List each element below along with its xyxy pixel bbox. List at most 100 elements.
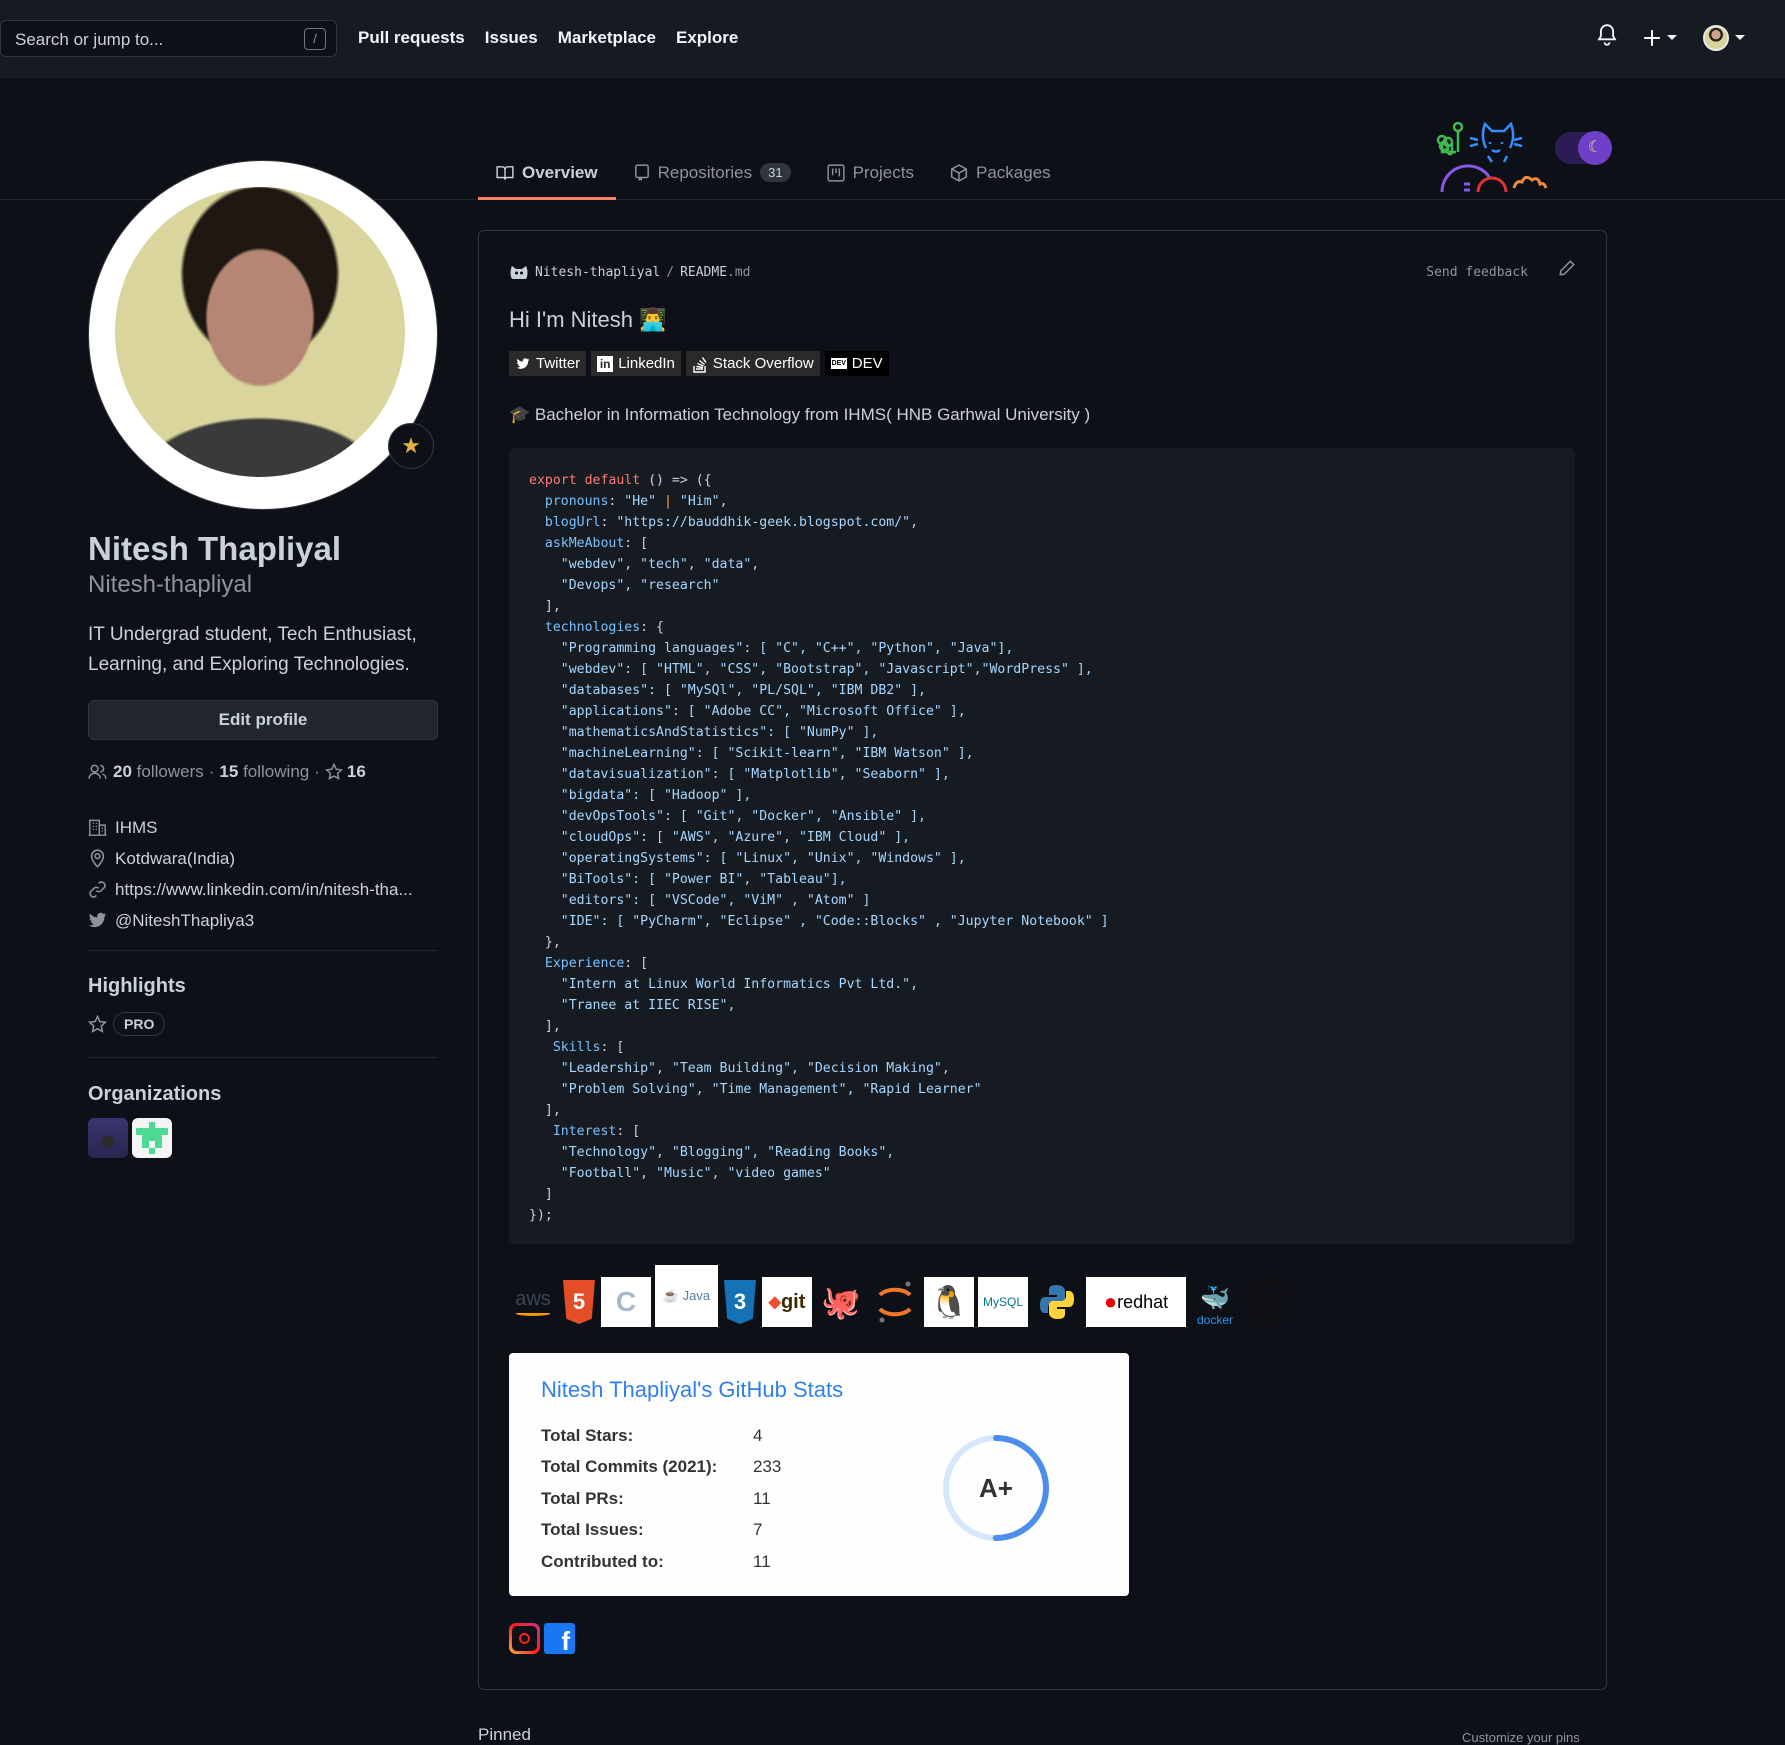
- edit-readme-button[interactable]: [1558, 259, 1576, 282]
- following-link[interactable]: 15 following: [219, 762, 309, 782]
- company-row: IHMS: [88, 812, 413, 843]
- followers-link[interactable]: 20 followers: [113, 762, 204, 782]
- organizations-list: [88, 1118, 172, 1158]
- header-nav: Pull requests Issues Marketplace Explore: [358, 28, 738, 48]
- profile-details: IHMS Kotdwara(India) https://www.linkedi…: [88, 812, 413, 936]
- tab-repositories[interactable]: Repositories 31: [616, 145, 809, 200]
- code-line: "Programming languages": [ "C", "C++", "…: [529, 641, 1014, 656]
- twitter-link[interactable]: @NiteshThapliya3: [115, 911, 254, 931]
- search-placeholder: Search or jump to...: [15, 30, 164, 49]
- stats-value: 4: [753, 1425, 763, 1445]
- tab-packages[interactable]: Packages: [932, 145, 1069, 200]
- code-line: "IDE": [ "PyCharm", "Eclipse" , "Code::B…: [529, 914, 1109, 929]
- stackoverflow-badge[interactable]: Stack Overflow: [685, 351, 820, 376]
- linkedin-badge[interactable]: in LinkedIn: [591, 351, 681, 376]
- html5-icon: 5: [561, 1277, 597, 1327]
- code-line: pronouns: "He" | "Him",: [529, 494, 728, 509]
- code-line: });: [529, 1208, 553, 1223]
- tab-overview[interactable]: Overview: [478, 145, 616, 200]
- code-line: "machineLearning": [ "Scikit-learn", "IB…: [529, 746, 974, 761]
- highlights-pro: PRO: [88, 1012, 166, 1036]
- tab-projects[interactable]: Projects: [809, 145, 932, 200]
- rank-ring: A+: [943, 1435, 1049, 1541]
- divider: [88, 1057, 438, 1058]
- facebook-icon[interactable]: f: [544, 1623, 575, 1654]
- edit-profile-button[interactable]: Edit profile: [88, 700, 438, 740]
- customize-pins-link[interactable]: Customize your pins: [1462, 1730, 1580, 1745]
- status-star-icon[interactable]: ★: [388, 423, 434, 469]
- stats-row: Total Stars: 4: [541, 1420, 781, 1452]
- stats-label: Total Issues:: [541, 1520, 644, 1540]
- stats-title: Nitesh Thapliyal's GitHub Stats: [541, 1377, 844, 1402]
- website-link[interactable]: https://www.linkedin.com/in/nitesh-tha..…: [115, 880, 413, 900]
- redhat-icon: ● redhat: [1086, 1277, 1186, 1327]
- code-line: "Problem Solving", "Time Management", "R…: [529, 1082, 982, 1097]
- stats-row: Total Issues: 7: [541, 1515, 781, 1547]
- readme-owner-link[interactable]: Nitesh-thapliyal: [535, 265, 660, 280]
- twitter-icon: [516, 357, 530, 369]
- organization-icon: [88, 819, 107, 836]
- code-line: "mathematicsAndStatistics": [ "NumPy" ],: [529, 725, 879, 740]
- stats-value: 11: [753, 1551, 771, 1571]
- code-line: "Devops", "research": [529, 578, 720, 593]
- code-line: export default () => ({: [529, 473, 712, 488]
- nav-marketplace[interactable]: Marketplace: [558, 28, 656, 48]
- instagram-icon[interactable]: [509, 1623, 540, 1654]
- code-line: "Technology", "Blogging", "Reading Books…: [529, 1145, 895, 1160]
- star-icon: [88, 1014, 107, 1033]
- profile-bio: IT Undergrad student, Tech Enthusiast, L…: [88, 624, 417, 675]
- code-line: "applications": [ "Adobe CC", "Microsoft…: [529, 704, 966, 719]
- chevron-down-icon: [1667, 35, 1677, 40]
- dev-badge[interactable]: DEV DEV: [824, 351, 889, 376]
- docker-icon: 🐳 docker: [1196, 1285, 1234, 1327]
- nav-issues[interactable]: Issues: [485, 28, 538, 48]
- nav-pull-requests[interactable]: Pull requests: [358, 28, 465, 48]
- org-avatar[interactable]: [132, 1118, 172, 1158]
- code-line: "cloudOps": [ "AWS", "Azure", "IBM Cloud…: [529, 830, 911, 845]
- organizations-title: Organizations: [88, 1083, 222, 1105]
- follow-stats: 20 followers · 15 following · 16: [88, 762, 366, 782]
- nav-explore[interactable]: Explore: [676, 28, 738, 48]
- code-line: "webdev": [ "HTML", "CSS", "Bootstrap", …: [529, 662, 1093, 677]
- theme-toggle[interactable]: ☾: [1555, 131, 1612, 165]
- header-actions: [1597, 24, 1745, 51]
- create-new-button[interactable]: [1643, 29, 1677, 47]
- profile-name: Nitesh Thapliyal: [88, 530, 342, 567]
- code-line: blogUrl: "https://bauddhik-geek.blogspot…: [529, 515, 919, 530]
- plus-icon: [1644, 29, 1660, 46]
- wordpress-icon: W: [1244, 1277, 1294, 1327]
- stats-value: 11: [753, 1488, 771, 1508]
- search-input[interactable]: Search or jump to... /: [0, 20, 337, 57]
- code-line: "Football", "Music", "video games": [529, 1166, 831, 1181]
- python-icon: [1032, 1277, 1082, 1327]
- tab-projects-label: Projects: [852, 162, 914, 182]
- linux-icon: 🐧: [924, 1277, 974, 1327]
- org-avatar[interactable]: [88, 1118, 128, 1158]
- profile-avatar[interactable]: [88, 160, 438, 510]
- education-line: 🎓 Bachelor in Information Technology fro…: [509, 405, 1091, 424]
- readme-file-link[interactable]: README.md: [680, 265, 750, 280]
- user-menu-button[interactable]: [1703, 24, 1745, 51]
- code-line: "Tranee at IIEC RISE",: [529, 998, 736, 1013]
- readme-path: Nitesh-thapliyal / README.md: [509, 263, 751, 281]
- dev-icon: DEV: [830, 358, 847, 369]
- code-line: "operatingSystems": [ "Linux", "Unix", "…: [529, 851, 966, 866]
- github-stats-card: Nitesh Thapliyal's GitHub Stats Total St…: [509, 1353, 1129, 1596]
- tab-packages-label: Packages: [976, 162, 1051, 182]
- code-line: "bigdata": [ "Hadoop" ],: [529, 788, 752, 803]
- stars-link[interactable]: 16: [324, 762, 366, 782]
- java-icon: ☕ Java: [655, 1265, 718, 1327]
- code-line: "devOpsTools": [ "Git", "Docker", "Ansib…: [529, 809, 926, 824]
- twitter-badge[interactable]: Twitter: [509, 351, 587, 376]
- css3-icon: 3: [722, 1277, 758, 1327]
- profile-tabs: Overview Repositories 31 Projects Packag…: [478, 145, 1069, 200]
- top-header: Search or jump to... / Pull requests Iss…: [0, 0, 1785, 78]
- tab-repositories-label: Repositories: [657, 162, 753, 182]
- stats-label: Total PRs:: [541, 1488, 624, 1508]
- twitter-icon: [88, 912, 107, 928]
- repo-icon: [634, 163, 649, 181]
- send-feedback-link[interactable]: Send feedback: [1426, 265, 1528, 280]
- aws-icon: aws: [509, 1277, 557, 1327]
- code-line: ],: [529, 599, 561, 614]
- bell-icon[interactable]: [1597, 24, 1617, 51]
